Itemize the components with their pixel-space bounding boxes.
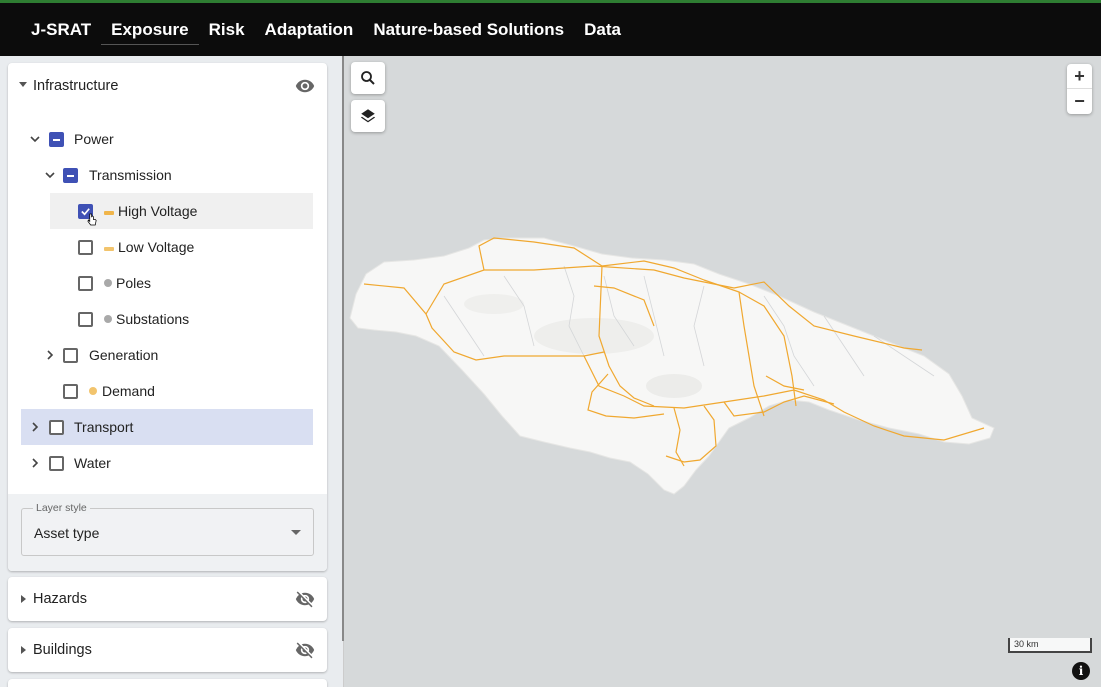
generation-label: Generation <box>89 347 159 363</box>
layer-style-section: Layer style Asset type <box>8 494 327 571</box>
nav-risk[interactable]: Risk <box>199 15 255 45</box>
terrain-shade <box>534 318 654 354</box>
demand-label: Demand <box>102 383 155 399</box>
map-view[interactable]: + − 30 km i <box>344 56 1101 687</box>
water-label: Water <box>74 455 111 471</box>
demand-checkbox[interactable] <box>63 384 78 399</box>
nav-exposure[interactable]: Exposure <box>101 15 199 45</box>
low-voltage-label: Low Voltage <box>118 239 195 255</box>
infrastructure-title: Infrastructure <box>33 78 119 94</box>
nav-data[interactable]: Data <box>574 15 631 45</box>
app-brand[interactable]: J-SRAT <box>21 15 101 45</box>
hazards-panel: Hazards <box>8 577 327 621</box>
tree-row-high-voltage[interactable]: High Voltage <box>50 193 313 229</box>
island-landmass <box>349 237 995 495</box>
next-panel-partial <box>8 679 327 687</box>
map-search-button[interactable] <box>351 62 385 94</box>
transport-checkbox[interactable] <box>49 420 64 435</box>
tree-row-power[interactable]: Power <box>8 121 313 157</box>
tree-row-transmission[interactable]: Transmission <box>8 157 313 193</box>
tree-row-low-voltage[interactable]: Low Voltage <box>8 229 313 265</box>
top-nav-bar: J-SRAT Exposure Risk Adaptation Nature-b… <box>0 0 1101 56</box>
pointer-cursor-icon <box>87 213 97 226</box>
high-voltage-swatch <box>104 211 114 215</box>
tree-row-water[interactable]: Water <box>8 445 313 481</box>
layer-style-value: Asset type <box>34 525 100 541</box>
caret-right-icon[interactable] <box>21 646 26 654</box>
layers-icon <box>360 109 376 123</box>
tree-row-generation[interactable]: Generation <box>8 337 313 373</box>
eye-icon[interactable] <box>295 76 315 96</box>
map-scale-bar: 30 km <box>1008 638 1092 653</box>
demand-swatch <box>89 387 97 395</box>
eye-off-icon[interactable] <box>295 589 315 609</box>
generation-checkbox[interactable] <box>63 348 78 363</box>
tree-row-poles[interactable]: Poles <box>8 265 313 301</box>
chevron-right-icon[interactable] <box>27 419 43 435</box>
water-checkbox[interactable] <box>49 456 64 471</box>
high-voltage-label: High Voltage <box>118 203 198 219</box>
zoom-out-button[interactable]: − <box>1067 89 1092 114</box>
map-layers-button[interactable] <box>351 100 385 132</box>
tree-row-demand[interactable]: Demand <box>8 373 313 409</box>
transport-label: Transport <box>74 419 134 435</box>
poles-swatch <box>104 279 112 287</box>
infrastructure-panel: Infrastructure Power Transmission High V… <box>8 63 327 571</box>
low-voltage-checkbox[interactable] <box>78 240 93 255</box>
chevron-down-icon[interactable] <box>42 167 58 183</box>
chevron-right-icon[interactable] <box>42 347 58 363</box>
layer-style-legend: Layer style <box>33 502 90 514</box>
transmission-label: Transmission <box>89 167 172 183</box>
poles-label: Poles <box>116 275 152 291</box>
chevron-down-icon[interactable] <box>27 131 43 147</box>
caret-down-icon[interactable] <box>19 82 27 87</box>
buildings-panel-header[interactable]: Buildings <box>8 628 327 672</box>
search-icon <box>361 71 375 85</box>
infrastructure-panel-header[interactable]: Infrastructure <box>8 63 327 109</box>
terrain-shade <box>646 374 702 398</box>
buildings-panel: Buildings <box>8 628 327 672</box>
jamaica-map <box>349 237 995 495</box>
caret-right-icon[interactable] <box>21 595 26 603</box>
chevron-right-icon[interactable] <box>27 455 43 471</box>
terrain-shade <box>464 294 524 314</box>
hazards-panel-header[interactable]: Hazards <box>8 577 327 621</box>
buildings-title: Buildings <box>33 642 92 658</box>
transmission-checkbox[interactable] <box>63 168 78 183</box>
low-voltage-swatch <box>104 247 114 251</box>
zoom-controls: + − <box>1067 64 1092 114</box>
sidebar: Infrastructure Power Transmission High V… <box>0 56 343 687</box>
tree-row-substations[interactable]: Substations <box>8 301 313 337</box>
hazards-title: Hazards <box>33 591 87 607</box>
nav-nature-based-solutions[interactable]: Nature-based Solutions <box>363 15 574 45</box>
power-checkbox[interactable] <box>49 132 64 147</box>
layer-style-select[interactable]: Layer style Asset type <box>21 502 314 556</box>
dropdown-arrow-icon[interactable] <box>291 530 301 535</box>
nav-adaptation[interactable]: Adaptation <box>255 15 364 45</box>
info-icon[interactable]: i <box>1072 662 1090 680</box>
poles-checkbox[interactable] <box>78 276 93 291</box>
substations-swatch <box>104 315 112 323</box>
tree-row-transport[interactable]: Transport <box>21 409 313 445</box>
substations-checkbox[interactable] <box>78 312 93 327</box>
power-label: Power <box>74 131 114 147</box>
eye-off-icon[interactable] <box>295 640 315 660</box>
zoom-in-button[interactable]: + <box>1067 64 1092 89</box>
substations-label: Substations <box>116 311 190 327</box>
